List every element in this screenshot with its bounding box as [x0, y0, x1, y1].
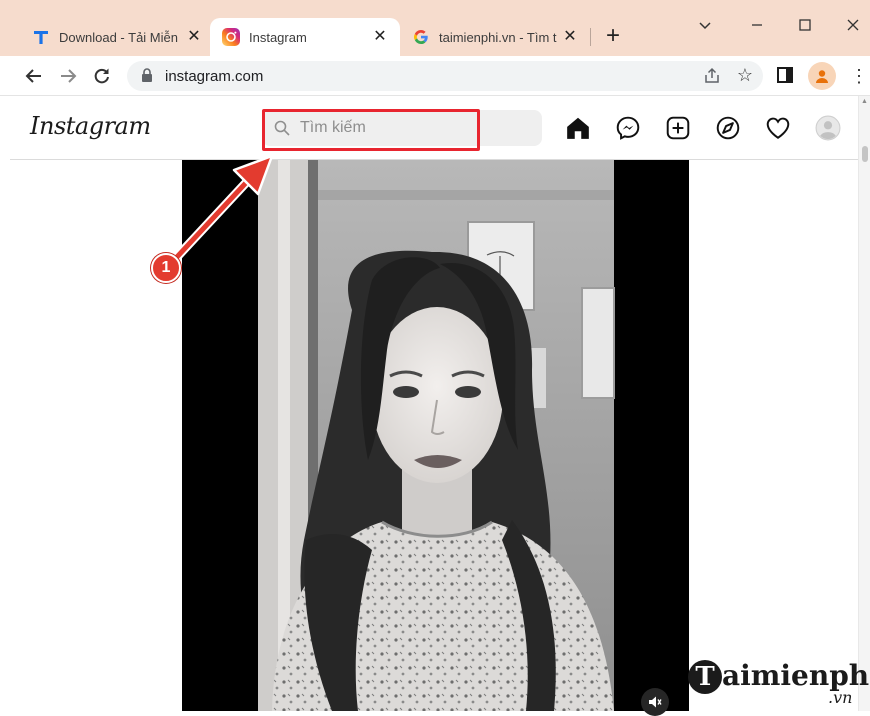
- reload-icon[interactable]: [90, 64, 114, 88]
- address-bar[interactable]: instagram.com ☆: [127, 61, 763, 91]
- tab-divider: [590, 28, 591, 46]
- annotation-arrow: [171, 154, 274, 263]
- instagram-icon: [222, 28, 240, 46]
- search-box[interactable]: [262, 110, 542, 146]
- close-window-icon[interactable]: [838, 10, 868, 40]
- scroll-up-arrow-icon[interactable]: ▲: [861, 98, 868, 105]
- close-tab-icon[interactable]: ✕: [560, 27, 580, 47]
- new-tab-button[interactable]: +: [600, 24, 626, 50]
- page-scrollbar[interactable]: ▲: [858, 96, 870, 711]
- search-icon: [274, 120, 290, 136]
- home-icon[interactable]: [564, 114, 592, 142]
- url-text: instagram.com: [165, 67, 264, 85]
- back-arrow-icon[interactable]: [22, 64, 46, 88]
- profile-avatar-icon[interactable]: [814, 114, 842, 142]
- scrollbar-thumb[interactable]: [862, 146, 868, 162]
- browser-toolbar: instagram.com ☆ ⋮: [0, 56, 870, 96]
- tab-instagram[interactable]: Instagram ✕: [210, 18, 400, 56]
- share-icon[interactable]: [703, 67, 721, 85]
- close-tab-icon[interactable]: ✕: [184, 27, 204, 47]
- tab-title: Download - Tải Miễn: [59, 29, 178, 45]
- instagram-logo[interactable]: Instagram: [30, 112, 151, 140]
- messenger-icon[interactable]: [614, 114, 642, 142]
- tab-download[interactable]: Download - Tải Miễn ✕: [20, 18, 214, 56]
- bookmark-star-icon[interactable]: ☆: [737, 64, 753, 86]
- side-panel-icon[interactable]: [776, 66, 796, 86]
- lock-icon[interactable]: [141, 68, 155, 84]
- watermark-suffix: .vn: [828, 688, 853, 707]
- browser-menu-icon[interactable]: ⋮: [850, 64, 868, 88]
- activity-heart-icon[interactable]: [764, 114, 792, 142]
- mute-audio-icon[interactable]: [641, 688, 669, 716]
- new-post-icon[interactable]: [664, 114, 692, 142]
- browser-tab-strip: Download - Tải Miễn ✕ Instagram ✕ taimie…: [0, 0, 870, 56]
- tab-search-chevron-down-icon[interactable]: [690, 10, 720, 40]
- minimize-window-icon[interactable]: [742, 10, 772, 40]
- tab-title: Instagram: [249, 29, 307, 45]
- tab-title: taimienphi.vn - Tìm t: [439, 29, 557, 45]
- profile-avatar-icon[interactable]: [808, 62, 836, 90]
- forward-arrow-icon[interactable]: [56, 64, 80, 88]
- tab-taimienphi-search[interactable]: taimienphi.vn - Tìm t ✕: [400, 18, 590, 56]
- watermark-initial: T: [688, 660, 722, 694]
- taimienphi-t-icon: [32, 28, 50, 46]
- explore-icon[interactable]: [714, 114, 742, 142]
- step-number-badge: 1: [151, 253, 181, 283]
- maximize-window-icon[interactable]: [790, 10, 820, 40]
- google-g-icon: [412, 28, 430, 46]
- close-tab-icon[interactable]: ✕: [370, 27, 390, 47]
- search-input[interactable]: [300, 119, 520, 137]
